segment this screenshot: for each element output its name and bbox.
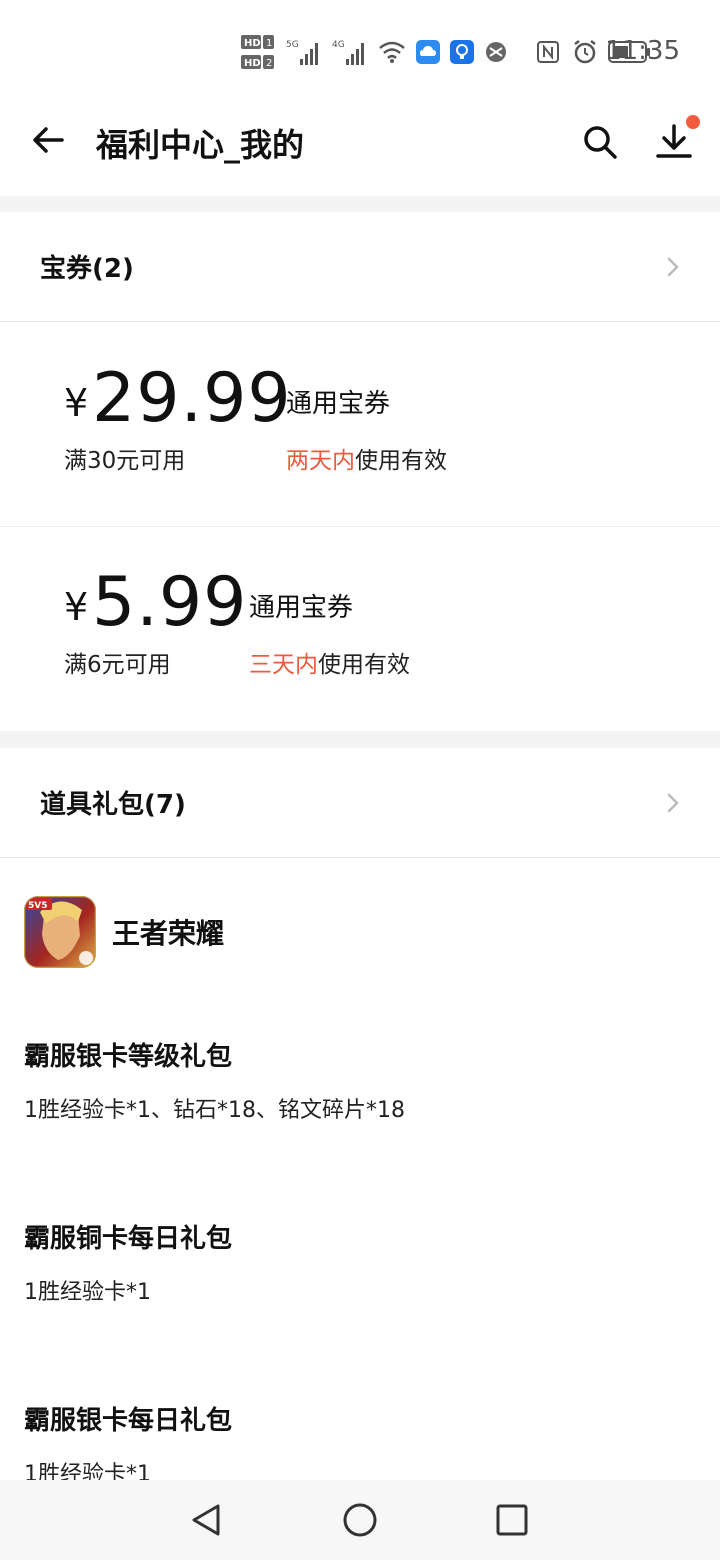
svg-text:5G: 5G (286, 40, 299, 50)
wifi-icon (379, 41, 405, 63)
status-time: 11:35 (605, 36, 680, 66)
nfc-icon (537, 41, 559, 63)
coupon-type: 通用宝券 (249, 593, 354, 623)
validity-highlight: 两天内 (286, 448, 355, 474)
page-title: 福利中心_我的 (96, 126, 305, 164)
coupons-section-label: 宝券(2) (40, 254, 134, 284)
coupon-validity: 两天内使用有效 (286, 441, 447, 475)
svg-text:4G: 4G (332, 40, 345, 50)
page: HD 1 HD 2 5G 4G 11:35 福利中心_我的 宝券(2) ¥ 29… (0, 0, 720, 1560)
gift-desc: 1胜经验卡*1 (24, 1280, 151, 1305)
signal-5g-icon: 5G (286, 40, 318, 65)
coupon-validity: 三天内使用有效 (249, 645, 410, 679)
gift-title[interactable]: 霸服银卡等级礼包 (24, 1036, 232, 1073)
section-divider (0, 731, 720, 748)
bulb-icon (450, 40, 474, 64)
svg-text:HD: HD (244, 58, 261, 69)
coupon-type: 通用宝券 (286, 389, 391, 419)
gifts-section-header[interactable]: 道具礼包(7) (0, 748, 720, 858)
vpn-icon (486, 42, 506, 62)
currency-symbol: ¥ (64, 585, 89, 629)
app-header: 福利中心_我的 (0, 100, 720, 196)
chevron-right-icon (667, 257, 679, 276)
hd-icon: HD 1 HD 2 (241, 35, 274, 69)
back-arrow-icon[interactable] (28, 120, 68, 160)
svg-text:HD: HD (244, 38, 261, 49)
gift-title[interactable]: 霸服银卡每日礼包 (24, 1400, 232, 1437)
coupon-condition: 满6元可用 (64, 652, 171, 678)
coupon-condition: 满30元可用 (64, 448, 186, 474)
nav-home-icon[interactable] (340, 1500, 380, 1540)
alarm-icon (574, 40, 596, 64)
coupon-item[interactable]: ¥ 5.99 满6元可用 通用宝券 三天内使用有效 (0, 527, 720, 731)
coupons-section-header[interactable]: 宝券(2) (0, 212, 720, 322)
svg-text:5V5: 5V5 (28, 901, 48, 911)
validity-highlight: 三天内 (249, 652, 318, 678)
section-divider (0, 196, 720, 212)
currency-symbol: ¥ (64, 381, 89, 425)
cloud-icon (416, 40, 440, 64)
chevron-right-icon (667, 793, 679, 812)
coupon-amount: 5.99 (92, 563, 248, 642)
download-badge-dot (686, 115, 700, 129)
nav-recents-icon[interactable] (492, 1500, 532, 1540)
validity-text: 使用有效 (318, 652, 410, 678)
game-app-icon[interactable]: 5V5 (24, 896, 96, 968)
game-name: 王者荣耀 (112, 917, 225, 950)
validity-text: 使用有效 (355, 448, 447, 474)
gift-title[interactable]: 霸服铜卡每日礼包 (24, 1218, 232, 1255)
gift-desc: 1胜经验卡*1、钻石*18、铭文碎片*18 (24, 1098, 405, 1123)
svg-text:1: 1 (266, 38, 272, 49)
gifts-section-label: 道具礼包(7) (40, 790, 186, 820)
coupon-item[interactable]: ¥ 29.99 满30元可用 通用宝券 两天内使用有效 (0, 323, 720, 527)
status-bar: HD 1 HD 2 5G 4G 11:35 (0, 0, 720, 100)
status-icons: HD 1 HD 2 5G 4G (240, 30, 652, 74)
coupon-amount: 29.99 (92, 359, 292, 438)
search-icon[interactable] (580, 122, 620, 162)
svg-text:2: 2 (266, 58, 272, 69)
nav-back-icon[interactable] (186, 1500, 226, 1540)
system-nav-bar (0, 1480, 720, 1560)
signal-4g-icon: 4G (332, 40, 364, 65)
